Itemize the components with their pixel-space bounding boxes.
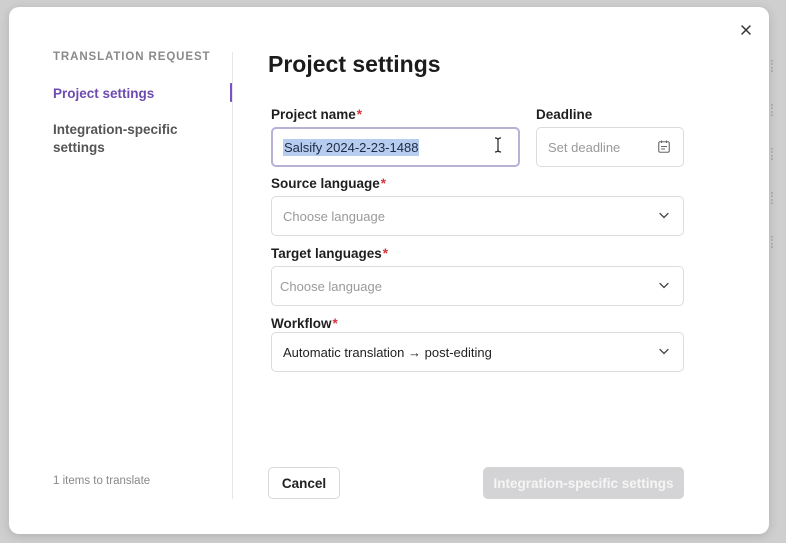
target-languages-label-text: Target languages bbox=[271, 246, 382, 261]
required-mark: * bbox=[356, 107, 363, 122]
chevron-down-icon bbox=[659, 348, 669, 355]
project-name-label: Project name* bbox=[271, 107, 362, 122]
required-mark: * bbox=[332, 316, 338, 331]
target-languages-placeholder: Choose language bbox=[280, 278, 382, 294]
required-mark: * bbox=[382, 246, 389, 261]
workflow-label-text: Workflow bbox=[271, 316, 332, 331]
sidebar: TRANSLATION REQUEST Project settings Int… bbox=[53, 51, 233, 155]
translation-request-dialog: TRANSLATION REQUEST Project settings Int… bbox=[9, 7, 769, 534]
target-languages-select[interactable]: Choose language bbox=[271, 266, 684, 306]
deadline-label: Deadline bbox=[536, 107, 593, 122]
workflow-select[interactable]: Automatic translation → post-editing bbox=[271, 332, 684, 372]
source-language-placeholder: Choose language bbox=[283, 208, 385, 224]
project-name-value: Salsify 2024-2-23-1488 bbox=[283, 138, 420, 156]
close-button[interactable] bbox=[737, 21, 755, 39]
cancel-button[interactable]: Cancel bbox=[268, 467, 340, 499]
sidebar-item-project-settings[interactable]: Project settings bbox=[53, 85, 223, 103]
target-languages-label: Target languages* bbox=[271, 246, 388, 261]
chevron-down-icon bbox=[659, 212, 669, 219]
deadline-placeholder: Set deadline bbox=[548, 139, 621, 155]
source-language-select[interactable]: Choose language bbox=[271, 196, 684, 236]
required-mark: * bbox=[380, 176, 387, 191]
workflow-value: Automatic translation → post-editing bbox=[283, 344, 492, 360]
sidebar-heading: TRANSLATION REQUEST bbox=[53, 51, 211, 63]
text-cursor-icon bbox=[494, 137, 502, 153]
items-count: 1 items to translate bbox=[53, 475, 151, 487]
sidebar-item-integration-settings[interactable]: Integration-specific settings bbox=[53, 121, 223, 157]
project-name-input[interactable]: Salsify 2024-2-23-1488 bbox=[271, 127, 520, 167]
workflow-label: Workflow* bbox=[271, 316, 338, 331]
project-name-label-text: Project name bbox=[271, 107, 356, 122]
integration-settings-button[interactable]: Integration-specific settings bbox=[483, 467, 684, 499]
calendar-icon[interactable] bbox=[658, 140, 670, 153]
source-language-label: Source language* bbox=[271, 176, 386, 191]
close-icon bbox=[741, 25, 751, 35]
page-title: Project settings bbox=[268, 51, 441, 77]
source-language-label-text: Source language bbox=[271, 176, 380, 191]
chevron-down-icon bbox=[659, 282, 669, 289]
sidebar-divider bbox=[232, 52, 233, 499]
